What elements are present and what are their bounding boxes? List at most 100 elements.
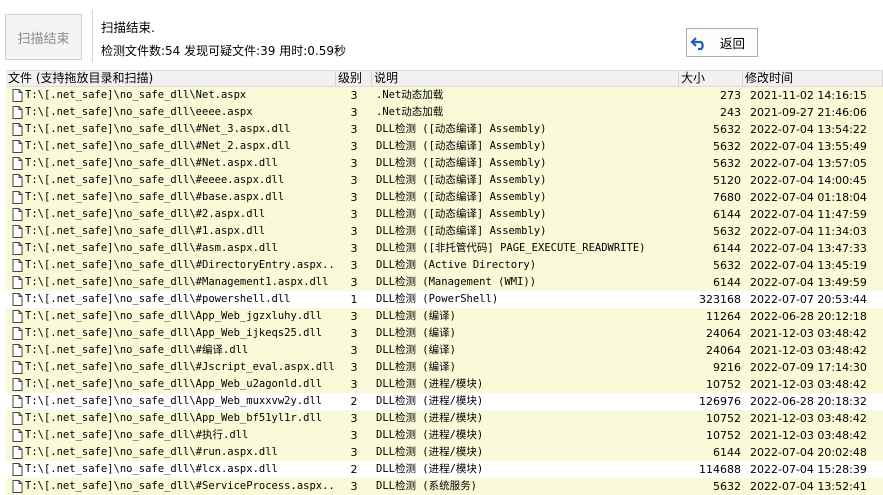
table-row[interactable]: T:\[.net_safe]\no_safe_dll\Net.aspx 3 .Net…: [6, 87, 883, 104]
file-icon: [12, 327, 23, 340]
modified-time-cell: 2022-07-04 14:00:45: [750, 174, 867, 187]
level-cell: 3: [350, 429, 358, 442]
description-cell: DLL检测 (编译): [376, 361, 456, 373]
file-cell: T:\[.net_safe]\no_safe_dll\#eeee.aspx.dl…: [6, 172, 336, 189]
file-icon: [12, 225, 23, 238]
description-cell: DLL检测 (进程/模块): [376, 463, 484, 475]
table-row[interactable]: T:\[.net_safe]\no_safe_dll\#run.aspx.dll…: [6, 444, 883, 461]
level-cell: 3: [350, 208, 358, 221]
description-cell: DLL检测 (编译): [376, 344, 456, 356]
file-cell: T:\[.net_safe]\no_safe_dll\#lcx.aspx.dll: [6, 461, 336, 478]
table-row[interactable]: T:\[.net_safe]\no_safe_dll\#DirectoryEnt…: [6, 257, 883, 274]
size-cell: 5632: [713, 225, 741, 238]
file-icon: [12, 412, 23, 425]
table-row[interactable]: T:\[.net_safe]\no_safe_dll\#Net.aspx.dll…: [6, 155, 883, 172]
modified-time-cell: 2022-07-04 11:34:03: [750, 225, 867, 238]
table-row[interactable]: T:\[.net_safe]\no_safe_dll\App_Web_bf51y…: [6, 410, 883, 427]
table-row[interactable]: T:\[.net_safe]\no_safe_dll\App_Web_muxxv…: [6, 393, 883, 410]
column-header-size[interactable]: 大小: [679, 71, 743, 86]
file-path: T:\[.net_safe]\no_safe_dll\#Jscript_eval…: [25, 361, 335, 373]
scan-button[interactable]: 扫描结束: [5, 14, 82, 60]
size-cell: 114688: [699, 463, 741, 476]
table-row[interactable]: T:\[.net_safe]\no_safe_dll\#1.aspx.dll 3 D…: [6, 223, 883, 240]
table-row[interactable]: T:\[.net_safe]\no_safe_dll\#Net_3.aspx.d…: [6, 121, 883, 138]
table-row[interactable]: T:\[.net_safe]\no_safe_dll\#asm.aspx.dll…: [6, 240, 883, 257]
level-cell: 3: [350, 446, 358, 459]
size-cell: 273: [720, 89, 741, 102]
table-row[interactable]: T:\[.net_safe]\no_safe_dll\#base.aspx.dl…: [6, 189, 883, 206]
modified-time-cell: 2022-07-04 13:45:19: [750, 259, 867, 272]
level-cell: 3: [350, 361, 358, 374]
size-cell: 6144: [713, 208, 741, 221]
file-cell: T:\[.net_safe]\no_safe_dll\App_Web_jgzxl…: [6, 308, 336, 325]
table-row[interactable]: T:\[.net_safe]\no_safe_dll\#eeee.aspx.dl…: [6, 172, 883, 189]
table-row[interactable]: T:\[.net_safe]\no_safe_dll\#Management1.…: [6, 274, 883, 291]
column-header-level[interactable]: 级别: [336, 71, 372, 86]
file-cell: T:\[.net_safe]\no_safe_dll\#Net.aspx.dll: [6, 155, 336, 172]
table-row[interactable]: T:\[.net_safe]\no_safe_dll\#编译.dll 3 DLL检测…: [6, 342, 883, 359]
file-path: T:\[.net_safe]\no_safe_dll\Net.aspx: [25, 89, 247, 101]
file-cell: T:\[.net_safe]\no_safe_dll\#asm.aspx.dll: [6, 240, 336, 257]
file-path: T:\[.net_safe]\no_safe_dll\#powershell.d…: [25, 293, 291, 305]
file-icon: [12, 259, 23, 272]
column-header-file[interactable]: 文件 (支持拖放目录和扫描): [6, 71, 336, 86]
file-icon: [12, 361, 23, 374]
table-row[interactable]: T:\[.net_safe]\no_safe_dll\#Net_2.aspx.d…: [6, 138, 883, 155]
file-path: T:\[.net_safe]\no_safe_dll\App_Web_ijkeq…: [25, 327, 323, 339]
file-icon: [12, 242, 23, 255]
size-cell: 5632: [713, 480, 741, 493]
level-cell: 3: [350, 89, 358, 102]
description-cell: DLL检测 (进程/模块): [376, 395, 484, 407]
file-cell: T:\[.net_safe]\no_safe_dll\App_Web_ijkeq…: [6, 325, 336, 342]
file-cell: T:\[.net_safe]\no_safe_dll\Net.aspx: [6, 87, 336, 104]
table-row[interactable]: T:\[.net_safe]\no_safe_dll\App_Web_u2ago…: [6, 376, 883, 393]
file-cell: T:\[.net_safe]\no_safe_dll\#编译.dll: [6, 342, 336, 359]
table-row[interactable]: T:\[.net_safe]\no_safe_dll\#Jscript_eval…: [6, 359, 883, 376]
modified-time-cell: 2022-07-04 13:52:41: [750, 480, 867, 493]
description-cell: DLL检测 (进程/模块): [376, 378, 484, 390]
level-cell: 3: [350, 123, 358, 136]
level-cell: 3: [350, 174, 358, 187]
file-cell: T:\[.net_safe]\no_safe_dll\#powershell.d…: [6, 291, 336, 308]
file-cell: T:\[.net_safe]\no_safe_dll\#Net_3.aspx.d…: [6, 121, 336, 138]
column-header-modified-time[interactable]: 修改时间: [743, 71, 883, 86]
table-row[interactable]: T:\[.net_safe]\no_safe_dll\#执行.dll 3 DLL检测…: [6, 427, 883, 444]
table-row[interactable]: T:\[.net_safe]\no_safe_dll\#2.aspx.dll 3 D…: [6, 206, 883, 223]
file-icon: [12, 378, 23, 391]
file-icon: [12, 157, 23, 170]
size-cell: 10752: [706, 378, 741, 391]
table-row[interactable]: T:\[.net_safe]\no_safe_dll\#ServiceProce…: [6, 478, 883, 495]
modified-time-cell: 2022-07-04 15:28:39: [750, 463, 867, 476]
file-path: T:\[.net_safe]\no_safe_dll\#Management1.…: [25, 276, 329, 288]
table-row[interactable]: T:\[.net_safe]\no_safe_dll\eeee.aspx 3 .Ne…: [6, 104, 883, 121]
size-cell: 5632: [713, 157, 741, 170]
file-path: T:\[.net_safe]\no_safe_dll\#1.aspx.dll: [25, 225, 266, 237]
file-icon: [12, 89, 23, 102]
file-path: T:\[.net_safe]\no_safe_dll\#DirectoryEnt…: [25, 259, 336, 271]
modified-time-cell: 2022-07-04 13:57:05: [750, 157, 867, 170]
file-icon: [12, 344, 23, 357]
description-cell: DLL检测 (系统服务): [376, 480, 477, 492]
table-row[interactable]: T:\[.net_safe]\no_safe_dll\#lcx.aspx.dll…: [6, 461, 883, 478]
table-row[interactable]: T:\[.net_safe]\no_safe_dll\#powershell.d…: [6, 291, 883, 308]
file-cell: T:\[.net_safe]\no_safe_dll\#ServiceProce…: [6, 478, 336, 495]
level-cell: 3: [350, 225, 358, 238]
column-header-description[interactable]: 说明: [372, 71, 679, 86]
table-row[interactable]: T:\[.net_safe]\no_safe_dll\App_Web_jgzxl…: [6, 308, 883, 325]
file-icon: [12, 123, 23, 136]
file-path: T:\[.net_safe]\no_safe_dll\App_Web_muxxv…: [25, 395, 323, 407]
level-cell: 3: [350, 412, 358, 425]
description-cell: DLL检测 (PowerShell): [376, 293, 499, 305]
modified-time-cell: 2021-12-03 03:48:42: [750, 429, 867, 442]
modified-time-cell: 2022-07-04 13:47:33: [750, 242, 867, 255]
level-cell: 3: [350, 259, 358, 272]
file-icon: [12, 191, 23, 204]
back-button[interactable]: 返回: [686, 28, 758, 57]
table-body: T:\[.net_safe]\no_safe_dll\Net.aspx 3 .Net…: [6, 87, 883, 495]
size-cell: 5632: [713, 123, 741, 136]
level-cell: 3: [350, 276, 358, 289]
file-icon: [12, 446, 23, 459]
size-cell: 11264: [706, 310, 741, 323]
file-icon: [12, 140, 23, 153]
table-row[interactable]: T:\[.net_safe]\no_safe_dll\App_Web_ijkeq…: [6, 325, 883, 342]
